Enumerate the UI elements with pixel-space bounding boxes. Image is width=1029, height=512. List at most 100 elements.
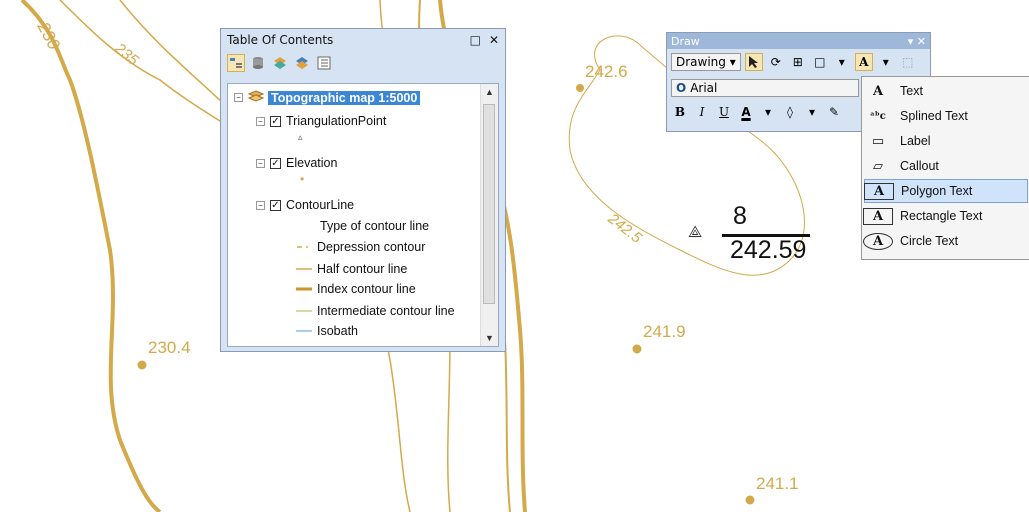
draw-title: Draw	[671, 34, 700, 48]
toc-title: Table Of Contents	[227, 33, 334, 47]
scroll-down-icon[interactable]: ▼	[481, 330, 498, 346]
rotate-icon[interactable]: ⟳	[767, 53, 785, 71]
pin-icon[interactable]: □	[470, 33, 481, 47]
elevation-point	[137, 360, 147, 370]
layer-visibility-checkbox[interactable]: ✓	[270, 115, 281, 127]
legend-label: Intermediate contour line	[317, 304, 455, 318]
menu-item-rectangle-text[interactable]: A Rectangle Text	[863, 204, 1028, 228]
dropdown-arrow-icon[interactable]: ▾	[833, 53, 851, 71]
layer-item[interactable]: − ✓ ContourLine	[256, 198, 354, 212]
menu-item-splined-text[interactable]: ᵃᵇc Splined Text	[864, 104, 1028, 128]
menu-item-circle-text[interactable]: A Circle Text	[863, 229, 1028, 253]
elevation-label: 242.6	[585, 62, 628, 81]
italic-button[interactable]: I	[693, 103, 711, 121]
circle-text-icon: A	[863, 232, 893, 250]
close-icon[interactable]: ▾ ✕	[908, 35, 926, 48]
elevation-point	[576, 84, 584, 92]
layer-label[interactable]: Elevation	[286, 156, 337, 170]
data-frame-label[interactable]: Topographic map 1:5000	[268, 90, 421, 105]
menu-item-label: Callout	[900, 159, 939, 173]
table-of-contents-window: Table Of Contents □ ✕ − Topographic map	[220, 28, 506, 352]
edit-vertices-icon[interactable]: ⬚	[899, 53, 917, 71]
list-by-selection-icon[interactable]	[293, 54, 311, 72]
menu-item-label: Polygon Text	[901, 184, 973, 198]
menu-item-polygon-text[interactable]: A Polygon Text	[864, 179, 1028, 203]
callout-icon: ▱	[873, 158, 883, 174]
menu-item-callout[interactable]: ▱ Callout	[864, 154, 1028, 178]
fill-color-icon[interactable]: ◊	[781, 103, 799, 121]
legend-item: Index contour line	[296, 282, 416, 296]
collapse-icon[interactable]: −	[256, 116, 265, 126]
elevation-point	[632, 344, 642, 354]
line-color-icon[interactable]: ✎	[825, 103, 843, 121]
annotation-number[interactable]: 8	[733, 202, 747, 231]
text-tool-icon[interactable]: A	[854, 53, 873, 71]
elevation-label: 241.9	[643, 322, 686, 341]
menu-item-label[interactable]: ▭ Label	[864, 129, 1028, 153]
line-swatch-icon	[296, 310, 312, 312]
legend-label: Isobath	[317, 324, 359, 338]
vertical-scrollbar[interactable]: ▲ ▼	[480, 84, 498, 346]
bold-button[interactable]: B	[671, 103, 689, 121]
collapse-icon[interactable]: −	[256, 200, 265, 210]
legend-item: Half contour line	[296, 262, 407, 276]
collapse-icon[interactable]: −	[234, 93, 243, 102]
toc-titlebar[interactable]: Table Of Contents □ ✕	[221, 29, 505, 51]
legend-label: Depression contour	[317, 240, 426, 254]
toc-tree: − Topographic map 1:5000 − ✓ Triangulati…	[227, 83, 499, 347]
drawing-menu-button[interactable]: Drawing ▾	[671, 53, 741, 71]
list-by-source-icon[interactable]	[249, 54, 267, 72]
layer-label[interactable]: ContourLine	[286, 198, 354, 212]
options-icon[interactable]	[315, 54, 333, 72]
text-tool-menu: A Text ᵃᵇc Splined Text ▭ Label ▱ Callou…	[861, 76, 1029, 260]
menu-item-label: Label	[900, 134, 931, 148]
dropdown-arrow-icon[interactable]: ▾	[877, 53, 895, 71]
underline-button[interactable]: U	[715, 103, 733, 121]
menu-item-label: Text	[900, 84, 923, 98]
font-select[interactable]: O Arial	[671, 79, 859, 97]
line-swatch-icon	[296, 287, 312, 291]
scrollbar-thumb[interactable]	[483, 104, 495, 304]
triangulation-point-icon: ⟁	[688, 222, 703, 241]
legend-label: Index contour line	[317, 282, 416, 296]
annotation-elevation[interactable]: 242.59	[730, 236, 806, 265]
draw-titlebar[interactable]: Draw ▾ ✕	[667, 33, 930, 49]
legend-heading: Type of contour line	[320, 219, 430, 233]
elevation-point	[745, 495, 755, 505]
legend-item: Isobath	[296, 324, 358, 338]
layer-visibility-checkbox[interactable]: ✓	[270, 199, 281, 211]
menu-item-label: Rectangle Text	[900, 209, 983, 223]
legend-item: Intermediate contour line	[296, 304, 455, 318]
layer-label[interactable]: TriangulationPoint	[286, 114, 386, 128]
close-icon[interactable]: ✕	[489, 33, 499, 47]
tree-root[interactable]: − Topographic map 1:5000	[234, 90, 421, 105]
layer-item[interactable]: − ✓ Elevation	[256, 156, 337, 170]
rectangle-tool-icon[interactable]: □	[811, 53, 829, 71]
splined-text-icon: ᵃᵇc	[870, 110, 886, 122]
font-icon: O	[676, 81, 687, 95]
layer-item[interactable]: − ✓ TriangulationPoint	[256, 114, 386, 128]
collapse-icon[interactable]: −	[256, 158, 265, 168]
menu-item-label: Splined Text	[900, 109, 968, 123]
menu-item-label: Circle Text	[900, 234, 959, 248]
scroll-up-icon[interactable]: ▲	[481, 84, 498, 100]
zoom-to-selected-icon[interactable]: ⊞	[789, 53, 807, 71]
point-symbol-icon: •	[300, 172, 305, 186]
rectangle-text-icon: A	[863, 207, 893, 225]
legend-label: Half contour line	[317, 262, 408, 276]
list-by-drawing-order-icon[interactable]	[227, 54, 245, 72]
menu-item-text[interactable]: A Text	[864, 79, 1028, 103]
dropdown-arrow-icon[interactable]: ▾	[803, 103, 821, 121]
elevation-label: 230.4	[148, 338, 191, 357]
line-swatch-icon	[297, 246, 308, 248]
layers-icon	[247, 90, 265, 105]
elevation-label: 241.1	[756, 474, 799, 493]
legend-item: Depression contour	[296, 240, 425, 254]
select-elements-icon[interactable]	[744, 53, 763, 71]
list-by-visibility-icon[interactable]	[271, 54, 289, 72]
layer-visibility-checkbox[interactable]: ✓	[270, 157, 281, 169]
line-swatch-icon	[296, 330, 312, 332]
font-color-button[interactable]: A	[737, 103, 755, 121]
dropdown-arrow-icon[interactable]: ▾	[759, 103, 777, 121]
label-icon: ▭	[871, 133, 885, 149]
